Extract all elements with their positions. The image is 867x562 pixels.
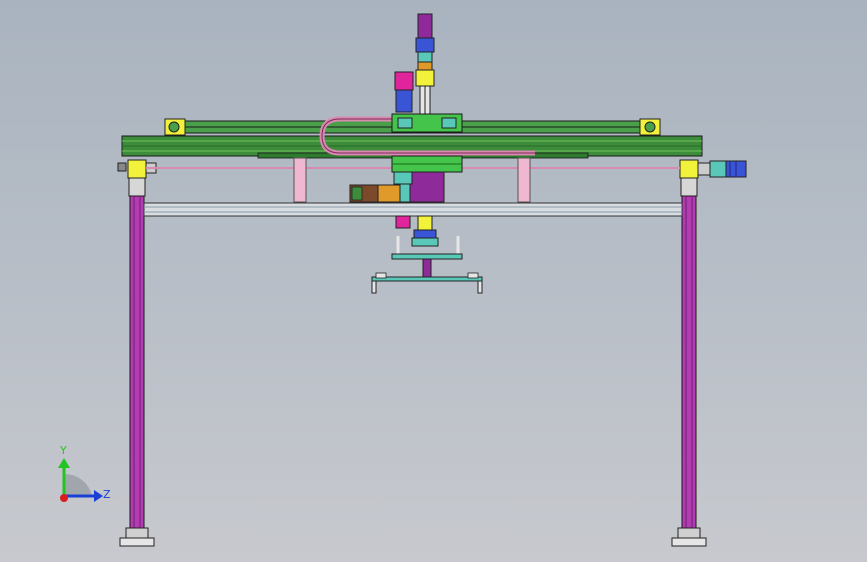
y-axis-label: Y — [59, 444, 67, 457]
right-column — [671, 159, 747, 547]
left-column — [117, 159, 157, 547]
z-axis-label: Z — [103, 488, 111, 501]
z-arrowhead-icon — [94, 490, 103, 502]
origin-marker-icon — [60, 494, 68, 502]
orientation-triad[interactable]: Y Z — [58, 444, 111, 502]
gripper-assembly — [371, 215, 483, 294]
cad-viewport[interactable]: Y Z — [0, 0, 867, 562]
y-arrowhead-icon — [58, 458, 70, 468]
z-axis-mast — [394, 13, 435, 117]
drive-cluster — [349, 171, 445, 203]
lower-cross-rail — [143, 202, 683, 217]
